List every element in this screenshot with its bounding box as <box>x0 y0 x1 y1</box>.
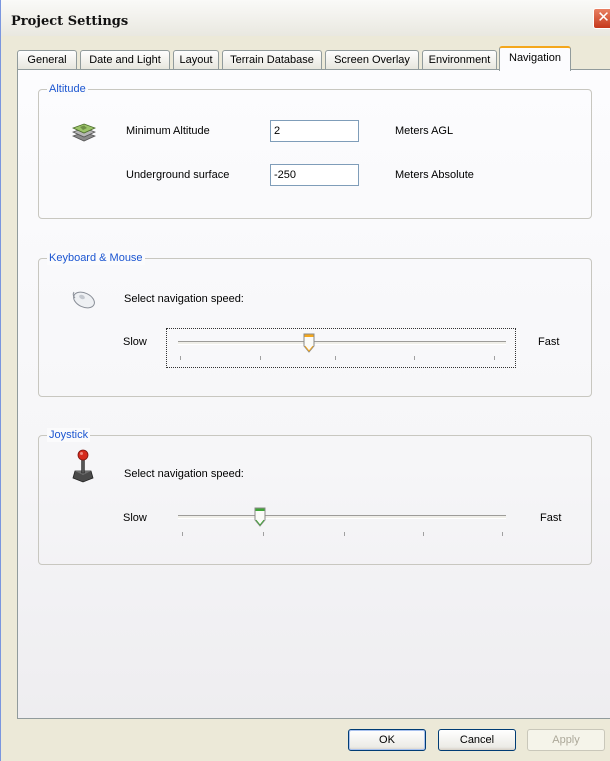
tab-general[interactable]: General <box>17 50 77 70</box>
joystick-tick <box>182 532 183 536</box>
minimum-altitude-unit: Meters AGL <box>395 125 454 137</box>
altitude-group: Altitude Minimum Altitude 2 Meters AGL U… <box>38 82 592 219</box>
mouse-icon <box>72 291 95 309</box>
underground-surface-field[interactable]: -250 <box>270 164 359 186</box>
keyboard-mouse-prompt: Select navigation speed: <box>124 293 244 305</box>
joystick-speed-slider[interactable] <box>166 502 516 542</box>
project-settings-window: Project Settings ✕ General Date and Ligh… <box>0 0 610 761</box>
tab-layout[interactable]: Layout <box>173 50 219 70</box>
close-icon: ✕ <box>597 9 610 26</box>
tab-date-and-light[interactable]: Date and Light <box>80 50 170 70</box>
joystick-slider-track <box>178 515 506 519</box>
apply-button: Apply <box>527 729 605 751</box>
ok-button[interactable]: OK <box>348 729 426 751</box>
joystick-group-title: Joystick <box>47 428 91 442</box>
terrain-layers-icon <box>72 123 96 142</box>
joystick-tick <box>502 532 503 536</box>
tab-navigation[interactable]: Navigation <box>499 46 571 71</box>
joystick-fast-label: Fast <box>540 512 562 524</box>
keyboard-mouse-tick <box>335 356 336 360</box>
title-bar[interactable]: Project Settings ✕ <box>1 0 610 36</box>
keyboard-mouse-slider-thumb[interactable] <box>303 333 315 353</box>
underground-surface-unit: Meters Absolute <box>395 169 474 181</box>
keyboard-mouse-slow-label: Slow <box>123 336 147 348</box>
tab-environment[interactable]: Environment <box>422 50 497 70</box>
keyboard-mouse-slider-track <box>178 341 506 345</box>
altitude-group-title: Altitude <box>47 82 88 96</box>
keyboard-mouse-tick <box>260 356 261 360</box>
underground-surface-label: Underground surface <box>126 169 230 181</box>
minimum-altitude-label: Minimum Altitude <box>126 125 210 137</box>
joystick-group: Joystick Select navigation speed: Slow F… <box>38 428 592 565</box>
tab-terrain-database[interactable]: Terrain Database <box>222 50 322 70</box>
keyboard-mouse-fast-label: Fast <box>538 336 560 348</box>
cancel-button[interactable]: Cancel <box>438 729 516 751</box>
keyboard-mouse-speed-slider[interactable] <box>166 328 516 368</box>
keyboard-mouse-tick <box>414 356 415 360</box>
minimum-altitude-field[interactable]: 2 <box>270 120 359 142</box>
joystick-tick <box>263 532 264 536</box>
keyboard-mouse-tick <box>180 356 181 360</box>
keyboard-mouse-group: Keyboard & Mouse Select navigation speed… <box>38 251 592 397</box>
navigation-panel: Altitude Minimum Altitude 2 Meters AGL U… <box>17 69 610 719</box>
joystick-icon <box>72 449 94 483</box>
joystick-tick <box>344 532 345 536</box>
close-button[interactable]: ✕ <box>593 8 610 29</box>
keyboard-mouse-tick <box>494 356 495 360</box>
tab-screen-overlay[interactable]: Screen Overlay <box>325 50 419 70</box>
joystick-slow-label: Slow <box>123 512 147 524</box>
keyboard-mouse-group-title: Keyboard & Mouse <box>47 251 145 265</box>
joystick-slider-thumb[interactable] <box>254 507 266 527</box>
window-title: Project Settings <box>11 14 129 29</box>
joystick-prompt: Select navigation speed: <box>124 468 244 480</box>
joystick-tick <box>423 532 424 536</box>
